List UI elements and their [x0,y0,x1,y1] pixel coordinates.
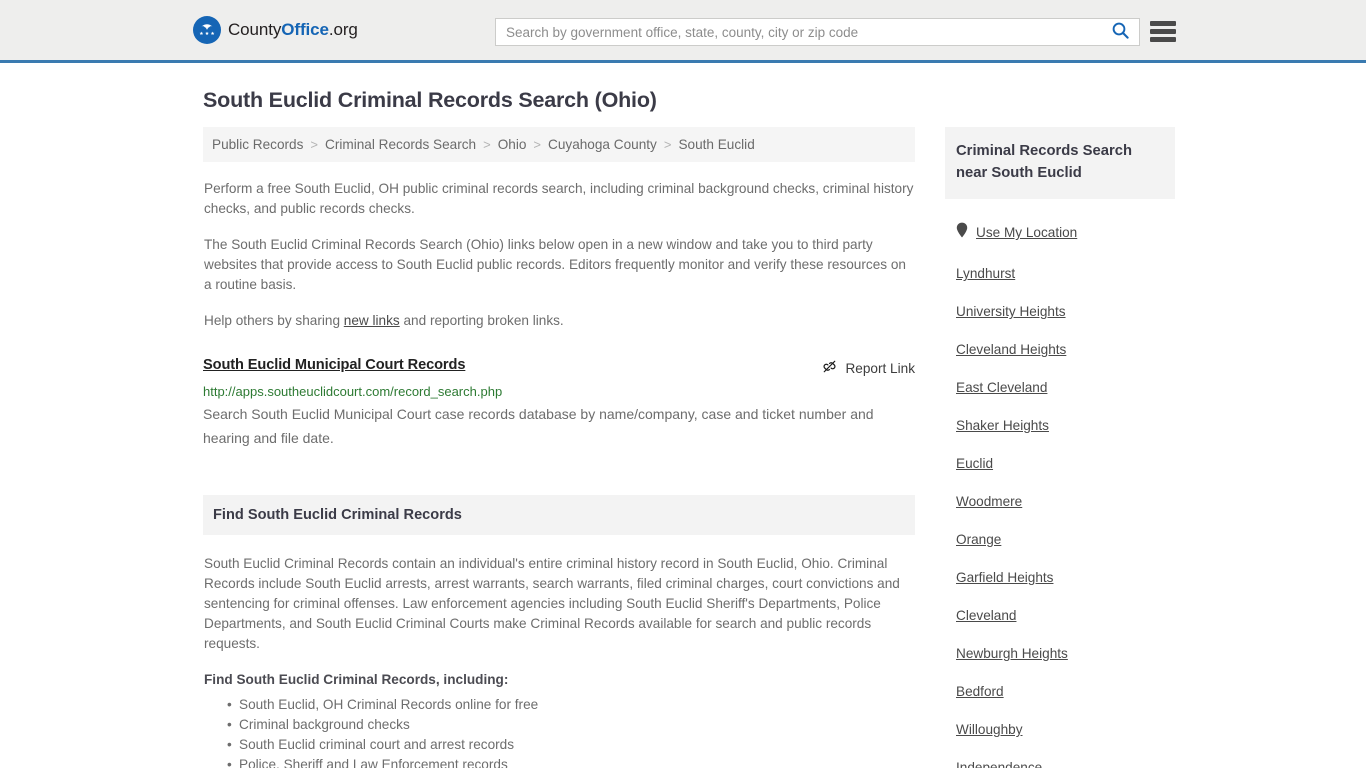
result-url: http://apps.southeuclidcourt.com/record_… [203,384,503,399]
sidebar-item-cleveland-heights[interactable]: Cleveland Heights [945,342,1175,357]
sidebar-link-label[interactable]: University Heights [956,304,1066,319]
sidebar-heading: Criminal Records Search near South Eucli… [945,127,1175,199]
sidebar-link-label[interactable]: Willoughby [956,722,1023,737]
logo-text-county: County [228,20,282,39]
hamburger-menu-button[interactable] [1150,19,1176,44]
main-column: Public Records > Criminal Records Search… [203,127,915,768]
breadcrumb-item-south-euclid[interactable]: South Euclid [678,137,754,152]
logo-text-org: .org [328,20,358,39]
sidebar-link-label[interactable]: Woodmere [956,494,1022,509]
sidebar-item-cleveland[interactable]: Cleveland [945,608,1175,623]
sidebar-item-independence[interactable]: Independence [945,760,1175,768]
sidebar: Criminal Records Search near South Eucli… [945,127,1175,768]
hamburger-bar-2 [1150,29,1176,34]
breadcrumb: Public Records > Criminal Records Search… [203,127,915,162]
eagle-stars-emblem-icon [193,16,221,44]
result-description: Search South Euclid Municipal Court case… [203,406,874,446]
intro-paragraph-2: The South Euclid Criminal Records Search… [204,237,906,292]
result-header-row: South Euclid Municipal Court Records Rep… [203,357,915,377]
sidebar-item-garfield-heights[interactable]: Garfield Heights [945,570,1175,585]
sidebar-link-label[interactable]: Lyndhurst [956,266,1015,281]
search-bar [495,18,1140,46]
sidebar-link-label[interactable]: Garfield Heights [956,570,1053,585]
sidebar-link-label[interactable]: Orange [956,532,1001,547]
page-title: South Euclid Criminal Records Search (Oh… [203,88,657,112]
site-header: CountyOffice.org [0,0,1366,63]
find-records-section-heading: Find South Euclid Criminal Records [203,495,915,535]
sidebar-link-label[interactable]: Euclid [956,456,993,471]
sidebar-link-label[interactable]: Cleveland [956,608,1016,623]
sidebar-link-label[interactable]: Newburgh Heights [956,646,1068,661]
breadcrumb-separator: > [663,137,672,152]
sidebar-item-willoughby[interactable]: Willoughby [945,722,1175,737]
new-links-link[interactable]: new links [344,313,400,328]
broken-link-icon [822,359,837,377]
intro-p3-before: Help others by sharing [204,313,344,328]
sidebar-link-label[interactable]: Independence [956,760,1042,768]
breadcrumb-item-public-records[interactable]: Public Records [212,137,303,152]
breadcrumb-separator: > [310,137,319,152]
sidebar-item-university-heights[interactable]: University Heights [945,304,1175,319]
page-container: South Euclid Criminal Records Search (Oh… [0,88,1366,768]
sidebar-item-euclid[interactable]: Euclid [945,456,1175,471]
list-item: South Euclid criminal court and arrest r… [227,735,915,755]
sidebar-item-shaker-heights[interactable]: Shaker Heights [945,418,1175,433]
result-entry: South Euclid Municipal Court Records Rep… [203,357,915,450]
content-columns: Public Records > Criminal Records Search… [203,127,1175,768]
result-title-link[interactable]: South Euclid Municipal Court Records [203,357,465,373]
report-link-label: Report Link [845,360,915,376]
hamburger-bar-3 [1150,37,1176,42]
use-my-location-label: Use My Location [976,225,1078,240]
site-logo[interactable]: CountyOffice.org [193,16,358,44]
breadcrumb-item-ohio[interactable]: Ohio [498,137,527,152]
find-records-bullet-list: South Euclid, OH Criminal Records online… [203,695,915,768]
find-records-subheading: Find South Euclid Criminal Records, incl… [204,672,509,687]
logo-text: CountyOffice.org [228,20,358,40]
list-item: South Euclid, OH Criminal Records online… [227,695,915,715]
sidebar-item-lyndhurst[interactable]: Lyndhurst [945,266,1175,281]
sidebar-item-woodmere[interactable]: Woodmere [945,494,1175,509]
search-input[interactable] [496,19,1101,45]
search-button[interactable] [1101,19,1139,45]
list-item: Criminal background checks [227,715,915,735]
logo-text-office: Office [281,20,329,39]
sidebar-item-use-my-location[interactable]: Use My Location [945,222,1175,243]
sidebar-link-label[interactable]: East Cleveland [956,380,1047,395]
sidebar-item-east-cleveland[interactable]: East Cleveland [945,380,1175,395]
list-item: Police, Sheriff and Law Enforcement reco… [227,755,915,768]
sidebar-item-newburgh-heights[interactable]: Newburgh Heights [945,646,1175,661]
sidebar-link-label[interactable]: Shaker Heights [956,418,1049,433]
breadcrumb-separator: > [483,137,491,152]
breadcrumb-separator: > [533,137,542,152]
report-link-button[interactable]: Report Link [822,359,915,377]
intro-p3-after: and reporting broken links. [399,313,564,328]
map-pin-icon [956,222,968,243]
breadcrumb-item-cuyahoga-county[interactable]: Cuyahoga County [548,137,657,152]
sidebar-link-label[interactable]: Bedford [956,684,1004,699]
intro-paragraph-3: Help others by sharing new links and rep… [203,311,915,331]
sidebar-link-label[interactable]: Cleveland Heights [956,342,1066,357]
sidebar-item-orange[interactable]: Orange [945,532,1175,547]
find-records-paragraph: South Euclid Criminal Records contain an… [204,556,900,651]
search-icon [1112,22,1129,42]
hamburger-bar-1 [1150,21,1176,26]
breadcrumb-item-criminal-records-search[interactable]: Criminal Records Search [325,137,476,152]
intro-paragraph-1: Perform a free South Euclid, OH public c… [204,181,914,216]
sidebar-item-bedford[interactable]: Bedford [945,684,1175,699]
